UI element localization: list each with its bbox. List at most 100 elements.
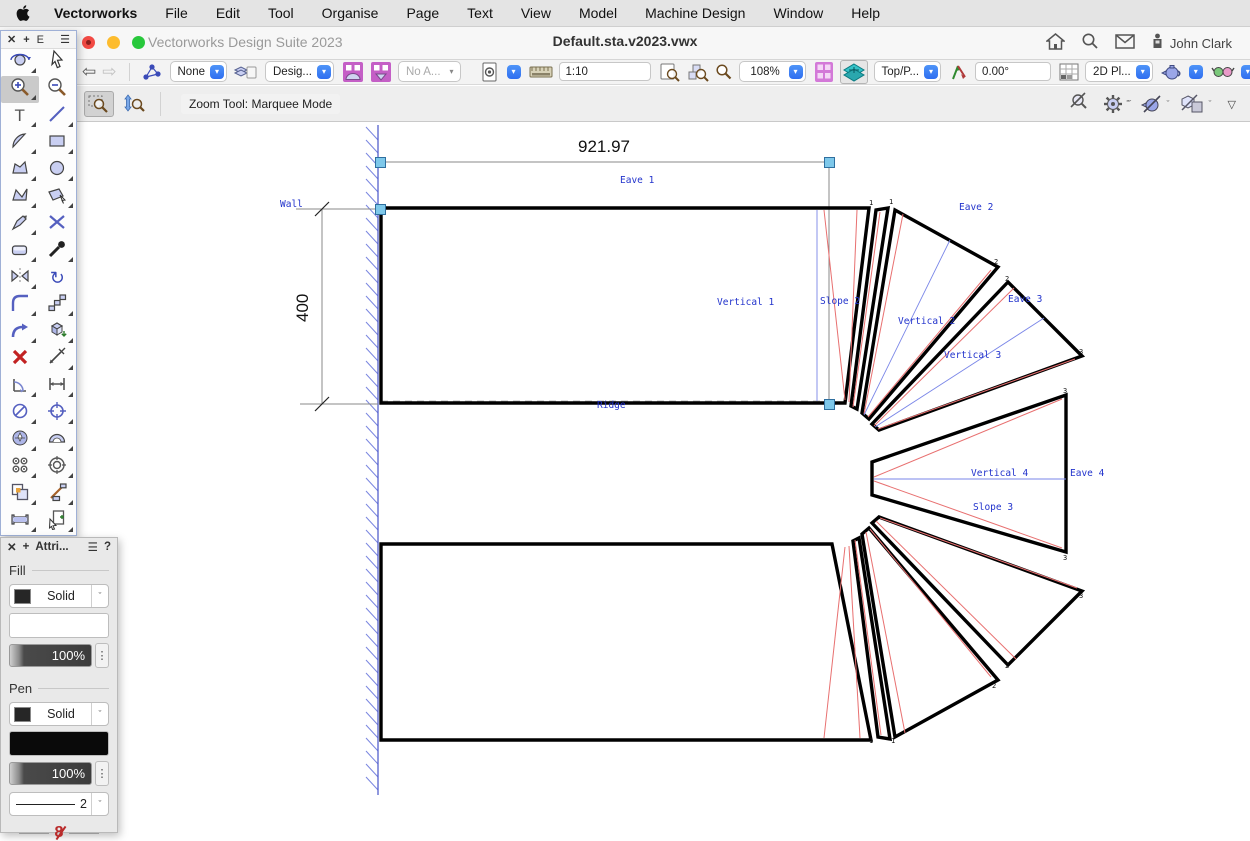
protractor-tool[interactable] — [39, 427, 77, 454]
mirror-tool[interactable] — [1, 265, 39, 292]
pen-style-dropdown[interactable]: Solid ˇ — [9, 702, 109, 726]
freehand-tool[interactable] — [1, 211, 39, 238]
palette-add-icon[interactable]: + — [23, 541, 30, 553]
diameter-dimension-tool[interactable] — [1, 400, 39, 427]
corner-join-tool[interactable] — [1, 319, 39, 346]
line-tool[interactable] — [39, 103, 77, 130]
palette-add-icon[interactable]: + — [23, 34, 29, 46]
fillet-tool[interactable] — [1, 292, 39, 319]
view-dropdown[interactable]: Top/P...▾ — [874, 61, 942, 82]
zoom-dropdown[interactable]: 108%▾ — [739, 61, 806, 82]
duplicate-array-tool[interactable] — [1, 454, 39, 481]
visibility-dropdown-button[interactable]: ▾ — [507, 65, 521, 79]
flyover-tool[interactable] — [1, 49, 39, 76]
polygon-tool[interactable] — [1, 157, 39, 184]
select-similar-tool[interactable] — [1, 481, 39, 508]
zoom-level-icon[interactable] — [715, 63, 733, 81]
scale-input[interactable]: 1:10 — [559, 62, 651, 81]
marker-style-row[interactable]: 8 — [9, 825, 109, 841]
reshape-tool[interactable] — [39, 184, 77, 211]
selection-tool[interactable] — [39, 49, 77, 76]
menu-machine-design[interactable]: Machine Design — [631, 0, 759, 26]
settings-gear-icon[interactable]: ˆ̋ˇ — [1102, 93, 1130, 115]
layer-options-selected[interactable] — [840, 60, 868, 84]
home-icon[interactable] — [1046, 33, 1065, 55]
layers-icon[interactable] — [233, 63, 259, 81]
fill-color-well[interactable] — [9, 613, 109, 638]
menu-vectorworks[interactable]: Vectorworks — [40, 0, 151, 26]
wall-component-icon[interactable] — [370, 61, 392, 83]
fill-style-dropdown[interactable]: Solid ˇ — [9, 584, 109, 608]
circle-tool[interactable] — [39, 157, 77, 184]
active-symbol-dropdown[interactable]: No A...▾ — [398, 61, 461, 82]
apple-menu[interactable] — [0, 5, 40, 21]
menu-page[interactable]: Page — [392, 0, 453, 26]
kite-panel[interactable] — [872, 395, 1066, 552]
delete-tool[interactable] — [1, 346, 39, 373]
mail-icon[interactable] — [1115, 34, 1135, 54]
lower-panel-outline[interactable] — [381, 544, 871, 740]
search-icon[interactable] — [1081, 32, 1099, 55]
pen-opacity-menu[interactable]: ⋮ — [95, 761, 109, 786]
fill-opacity-slider[interactable]: 100% — [9, 644, 92, 667]
layer-scale-icon[interactable] — [529, 64, 553, 80]
zoom-in-tool[interactable] — [1, 76, 39, 103]
saved-views-icon[interactable] — [142, 63, 162, 81]
extract-3d-tool[interactable] — [39, 319, 77, 346]
camera-view-icon[interactable] — [1211, 64, 1235, 80]
class-options-icon[interactable] — [814, 61, 834, 83]
magnifier-off-icon[interactable] — [1068, 91, 1092, 118]
snap-grid-icon[interactable] — [1059, 63, 1079, 81]
menu-file[interactable]: File — [151, 0, 202, 26]
modebar-overflow-button[interactable]: ▽ — [1228, 98, 1236, 111]
render-dropdown-button[interactable]: ▾ — [1189, 65, 1203, 79]
eraser-tool[interactable] — [1, 238, 39, 265]
palette-menu-icon[interactable]: ☰ — [60, 33, 70, 46]
user-icon[interactable] — [1151, 33, 1164, 54]
center-mark-tool[interactable] — [39, 400, 77, 427]
lower-wedge-3[interactable] — [872, 517, 1082, 665]
target-snap-tool[interactable] — [39, 454, 77, 481]
rotate-tool[interactable]: ↻ — [39, 265, 77, 292]
arc-tool[interactable] — [1, 130, 39, 157]
menu-tool[interactable]: Tool — [254, 0, 308, 26]
slab-tool[interactable] — [1, 508, 39, 535]
interactive-zoom-mode-button[interactable] — [120, 92, 148, 116]
visibility-icon[interactable] — [481, 62, 501, 82]
rectangle-tool[interactable] — [39, 130, 77, 157]
line-weight-dropdown[interactable]: 2 ˇ — [9, 792, 109, 816]
intersect-tool[interactable] — [39, 211, 77, 238]
menu-text[interactable]: Text — [453, 0, 507, 26]
back-button[interactable]: ⇦ — [82, 62, 96, 82]
help-icon[interactable]: ? — [104, 541, 111, 553]
import-page-tool[interactable] — [39, 508, 77, 535]
polyline-tool[interactable] — [1, 184, 39, 211]
camera-dropdown-button[interactable]: ▾ — [1241, 65, 1250, 79]
menu-edit[interactable]: Edit — [202, 0, 254, 26]
menu-help[interactable]: Help — [837, 0, 894, 26]
plan-rotation-icon[interactable] — [949, 62, 969, 82]
text-tool[interactable]: T — [1, 103, 39, 130]
menu-model[interactable]: Model — [565, 0, 631, 26]
pen-opacity-slider[interactable]: 100% — [9, 762, 92, 785]
plane-dropdown[interactable]: 2D Pl...▾ — [1085, 61, 1153, 82]
upper-panel-outline[interactable] — [381, 208, 869, 403]
offset-chain-tool[interactable] — [39, 292, 77, 319]
attribute-mapping-tool[interactable] — [39, 481, 77, 508]
eyedropper-tool[interactable] — [39, 238, 77, 265]
rotation-input[interactable]: 0.00° — [975, 62, 1051, 81]
palette-close-icon[interactable]: ✕ — [7, 540, 17, 554]
angle-dimension-tool[interactable] — [1, 373, 39, 400]
palette-close-icon[interactable]: ✕ — [7, 33, 16, 46]
fit-objects-icon[interactable] — [687, 62, 709, 82]
symbol-insert-tool[interactable] — [1, 427, 39, 454]
render-off-icon[interactable]: ˇ — [1140, 94, 1170, 114]
fit-page-icon[interactable] — [659, 62, 681, 82]
linear-dimension-tool[interactable] — [39, 373, 77, 400]
menu-window[interactable]: Window — [759, 0, 837, 26]
menu-organise[interactable]: Organise — [308, 0, 393, 26]
menu-view[interactable]: View — [507, 0, 565, 26]
selection-handles[interactable] — [376, 158, 835, 410]
tape-measure-tool[interactable] — [39, 346, 77, 373]
surface-hatch-off-icon[interactable]: ˇ — [1180, 94, 1212, 114]
